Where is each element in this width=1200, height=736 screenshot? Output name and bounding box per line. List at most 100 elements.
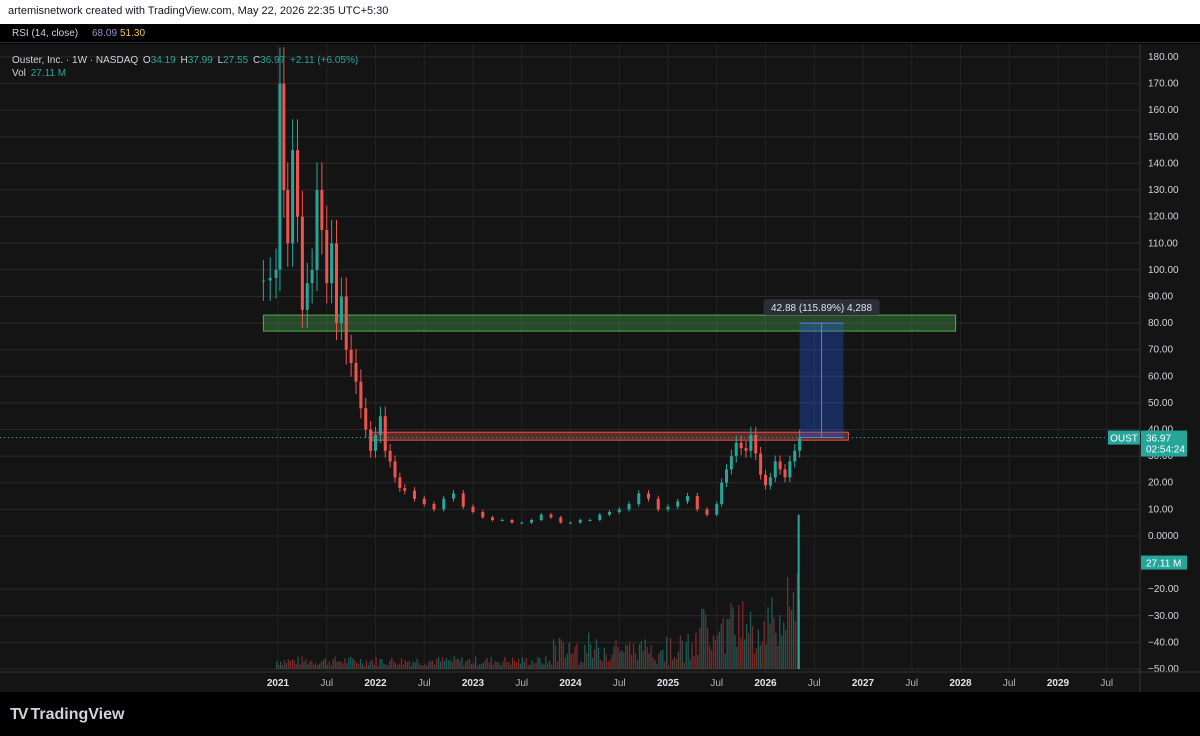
candle-body [729,456,733,470]
legend-open: 34.19 [150,55,176,66]
y-tick-label: −50.00 [1148,664,1179,675]
volume-bar [629,642,631,669]
volume-bar [354,660,356,669]
volume-bar [420,665,422,669]
x-tick-label: 2022 [364,678,387,689]
candle-body [481,512,485,518]
volume-bar [361,663,364,669]
candle-body [315,190,319,270]
volume-bar [385,664,387,669]
candle-body [578,519,582,523]
volume-bar [621,650,623,669]
volume-bar [480,663,483,669]
volume-bar [389,660,391,669]
volume-bar [775,632,777,669]
tradingview-logo[interactable]: TV TradingView [10,706,124,724]
candle-body [296,150,299,217]
volume-bar [722,617,724,669]
candle-body [715,504,719,515]
price-chart[interactable]: 180.00 170.00 160.00 150.00 140.00 130.00 120.… [0,44,1200,692]
volume-bar [406,661,408,669]
volume-bar [527,665,529,669]
candle-body [788,461,792,478]
volume-bar [391,657,393,669]
candle-body [734,442,738,457]
rsi-value-2: 51.30 [120,28,146,39]
x-tick-label: 2029 [1047,678,1070,689]
y-tick-label: 80.00 [1148,318,1173,329]
volume-bar [714,639,717,669]
volume-bar [593,649,596,669]
volume-bar [580,661,582,669]
candle-body [369,429,373,451]
volume-bar [634,653,637,669]
legend-open-label: O [142,55,151,66]
candle-body [422,498,426,505]
vol-tag: 27.11 M [1146,559,1181,570]
legend-high-label: H [180,55,188,66]
volume-bar [552,639,555,669]
volume-bar [630,654,633,669]
candle-body [388,450,392,462]
candle-body [442,498,446,510]
volume-bar [297,656,299,669]
candle-body [749,434,753,451]
volume-bar [558,637,561,669]
volume-bar [357,663,360,669]
volume-bar [551,664,553,669]
volume-bar [574,646,576,669]
x-tick-label: 2024 [559,678,582,689]
volume-bar [708,645,711,669]
y-tick-label: 10.00 [1148,504,1173,515]
volume-bar [336,661,338,669]
volume-bar [287,659,290,669]
volume-bar [395,663,397,669]
volume-bar [570,653,572,669]
candle-body [617,509,621,513]
volume-bar [338,661,340,669]
volume-bar [625,644,627,669]
volume-bar [307,664,309,669]
volume-bar [461,657,463,669]
volume-bar [705,614,707,669]
rsi-indicator-bar[interactable]: RSI (14, close) 68.09 51.30 [0,24,1200,43]
candle-body [286,190,290,244]
candle-body [398,477,402,489]
zone-resistance-80 [262,314,957,332]
x-tick-label: Jul [710,678,723,689]
volume-bar [683,662,685,669]
volume-bar [701,608,703,669]
volume-bar [554,645,557,669]
candle-body [666,506,670,510]
volume-bar [311,660,313,669]
candle-body [520,522,524,524]
y-tick-label: 130.00 [1148,185,1179,196]
volume-bar [488,662,490,669]
x-tick-label: 2025 [657,678,680,689]
volume-bar [529,664,531,669]
volume-bar [617,646,619,669]
volume-bar [443,661,446,669]
y-tick-label: 20.00 [1148,478,1173,489]
volume-bar [340,661,342,669]
y-tick-label: 100.00 [1148,265,1179,276]
price-tag: 36.97 [1146,434,1171,445]
x-tick-label: Jul [418,678,431,689]
candle-body [413,490,416,499]
attribution-header: artemisnetwork created with TradingView.… [0,0,1200,24]
volume-bar [471,663,473,669]
volume-bar [763,621,765,669]
attribution-text: artemisnetwork created with TradingView.… [8,5,389,17]
candle-body [383,416,387,451]
volume-bar [474,656,477,669]
volume-bar [560,639,563,669]
volume-bar [328,661,330,669]
volume-bar [673,656,676,669]
chart-pane[interactable]: 180.00 170.00 160.00 150.00 140.00 130.00 120.… [0,44,1200,692]
volume-bar [691,643,693,669]
volume-bar [693,655,695,669]
x-tick-label: Jul [1100,678,1113,689]
volume-bar [666,636,668,669]
volume-bar [295,664,297,669]
x-tick-label: Jul [320,678,333,689]
